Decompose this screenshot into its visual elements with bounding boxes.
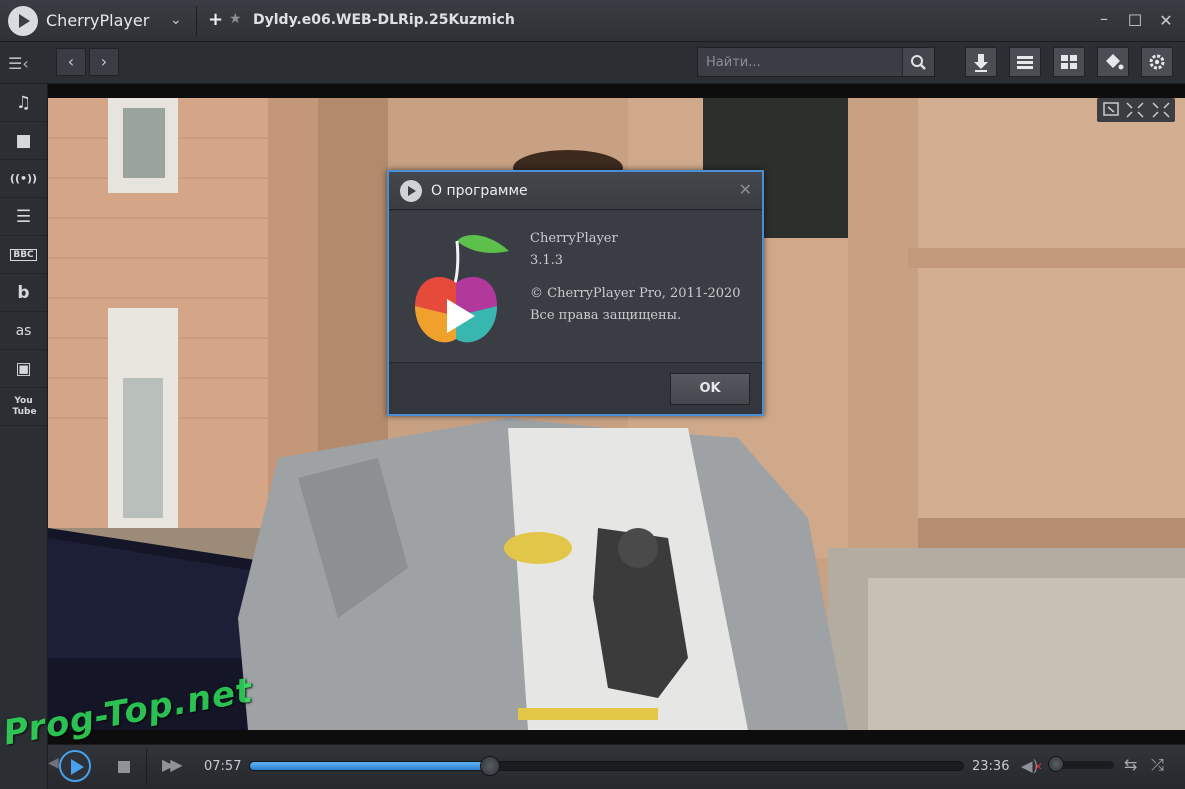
search-icon [911,55,926,70]
skin-button[interactable] [1097,47,1129,77]
rights-text: Все права защищены. [530,308,682,323]
divider [196,6,197,36]
sidebar-item-music[interactable]: ♫ [0,84,47,122]
volume-handle[interactable] [1048,756,1064,772]
play-button[interactable] [59,750,91,782]
sidebar-item-video[interactable]: ■ [0,122,47,160]
seek-bar[interactable] [249,756,964,776]
bbc-icon: BBC [10,249,37,261]
chevron-down-icon[interactable]: ⌄ [170,12,182,28]
list-view-icon [1017,56,1033,69]
sidebar-item-beatport[interactable]: b [0,274,47,312]
back-button[interactable]: ‹ [56,48,86,76]
product-name: CherryPlayer [530,231,618,246]
grid-view-button[interactable] [1053,47,1085,77]
cherryplayer-logo-icon[interactable] [8,6,38,36]
lastfm-icon: as [15,323,32,339]
video-zoom-controls [1097,98,1175,122]
shuffle-icon[interactable]: ⤮ [1151,755,1164,775]
star-icon[interactable]: ★ [229,11,242,27]
volume-slider[interactable] [1048,756,1114,772]
dialog-title: О программе [431,183,528,199]
ok-button[interactable]: OK [670,373,750,405]
dialog-body: CherryPlayer 3.1.3 © CherryPlayer Pro, 2… [389,211,762,363]
app-title: CherryPlayer [46,11,150,30]
window-fit-icon[interactable] [1103,102,1119,116]
sidebar-item-lastfm[interactable]: as [0,312,47,350]
youtube-icon: You Tube [12,396,37,417]
copyright-text: © CherryPlayer Pro, 2011-2020 [530,286,741,301]
total-duration: 23:36 [972,759,1010,774]
cherry-logo-icon [415,235,509,343]
cherryplayer-window: CherryPlayer ⌄ + ★ Dyldy.e06.WEB-DLRip.2… [0,0,1185,789]
sidebar-item-youtube[interactable]: You Tube [0,388,47,426]
stop-button[interactable] [118,761,130,773]
sidebar-item-twitch[interactable]: ▣ [0,350,47,388]
next-icon[interactable]: ▶▶ [162,755,183,774]
playback-controls: ◀ ▶▶ 07:57 23:36 ◀) ✕ ⇆ ⤮ [48,744,1185,789]
cherryplayer-logo-icon [400,180,422,202]
search-input[interactable] [698,48,903,76]
previous-icon[interactable]: ◀ [48,755,59,771]
forward-button[interactable]: › [89,48,119,76]
seek-handle[interactable] [480,756,501,776]
mute-indicator-icon: ✕ [1034,762,1043,773]
sidebar-item-bbc[interactable]: BBC [0,236,47,274]
gear-icon [1149,54,1165,70]
dialog-header: О программе ✕ [389,172,762,210]
twitch-icon: ▣ [15,359,32,379]
sidebar-item-radio[interactable]: ((•)) [0,160,47,198]
beatport-icon: b [17,283,30,303]
paint-bucket-icon [1106,54,1124,70]
dialog-footer: OK [389,363,762,414]
search-box [697,47,935,77]
video-camera-icon: ■ [15,131,32,151]
elapsed-time: 07:57 [204,759,242,774]
maximize-icon[interactable]: ☐ [1124,10,1146,32]
music-note-icon: ♫ [15,93,32,113]
tv-guide-icon: ☰ [15,207,32,227]
shrink-icon[interactable] [1126,102,1144,118]
sidebar-item-tv[interactable]: ☰ [0,198,47,236]
add-tab-icon[interactable]: + [208,9,223,30]
toolbar: ☰‹ ‹ › [0,42,1185,84]
broadcast-icon: ((•)) [9,172,38,185]
close-icon[interactable]: ✕ [1155,10,1177,32]
product-version: 3.1.3 [530,253,564,268]
menu-collapse-icon[interactable]: ☰‹ [8,54,29,73]
tab-title[interactable]: Dyldy.e06.WEB-DLRip.25Kuzmich [253,12,515,28]
minimize-icon[interactable]: – [1093,8,1115,30]
divider [146,749,147,785]
download-icon [974,54,988,72]
fullscreen-icon[interactable] [1152,102,1170,118]
grid-view-icon [1061,55,1077,69]
seek-progress [250,762,491,770]
close-icon[interactable]: ✕ [739,180,752,199]
playlist-view-button[interactable] [1009,47,1041,77]
repeat-icon[interactable]: ⇆ [1124,755,1137,774]
search-button[interactable] [902,48,934,76]
settings-button[interactable] [1141,47,1173,77]
about-dialog: О программе ✕ CherryPlayer 3.1.3 © Cherr… [387,170,764,416]
download-button[interactable] [965,47,997,77]
title-bar: CherryPlayer ⌄ + ★ Dyldy.e06.WEB-DLRip.2… [0,0,1185,42]
sidebar: ♫ ■ ((•)) ☰ BBC b as ▣ You Tube [0,84,48,789]
